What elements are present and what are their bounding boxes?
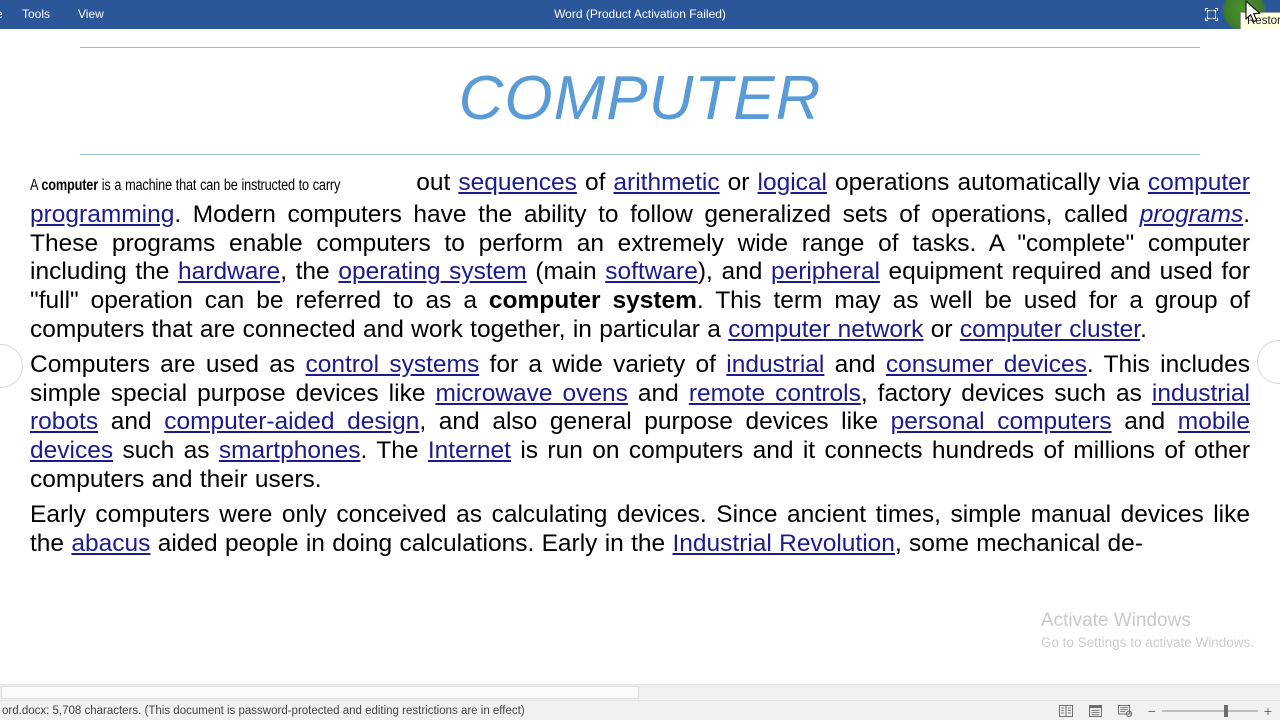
p2-t11: . The [360, 437, 428, 465]
print-layout-icon[interactable] [1088, 704, 1104, 718]
link-personal-computers[interactable]: personal computers [891, 408, 1112, 435]
restore-icon [1204, 8, 1218, 21]
link-operating-system[interactable]: operating system [338, 258, 526, 285]
read-mode-icon[interactable] [1058, 704, 1074, 718]
p2-t9: and [1111, 408, 1178, 436]
link-industrial[interactable]: industrial [726, 351, 824, 378]
word-window: e Tools View Word (Product Activation Fa… [0, 0, 1280, 720]
link-consumer-devices[interactable]: consumer devices [886, 351, 1087, 378]
zoom-slider-handle[interactable] [1223, 705, 1228, 718]
link-computer-network[interactable]: computer network [728, 316, 923, 343]
p1-t5: . Modern computers have the ability to f… [174, 200, 1140, 228]
p2-t2: for a wide variety of [479, 350, 727, 378]
link-abacus[interactable]: abacus [71, 530, 150, 557]
p2-t3: and [824, 350, 886, 378]
p2-t7: and [98, 408, 165, 436]
link-control-systems[interactable]: control systems [306, 351, 480, 378]
zoom-out-button[interactable]: − [1148, 704, 1156, 718]
document-page[interactable]: COMPUTER A computer is a machine that ca… [0, 29, 1280, 681]
p1-t7: , the [280, 258, 339, 286]
lead-before-bold: A [30, 177, 42, 194]
status-text: ord.docx: 5,708 characters. (This docume… [2, 704, 525, 717]
link-computer-cluster[interactable]: computer cluster [960, 316, 1140, 343]
horizontal-scrollbar-thumb[interactable] [1, 686, 639, 699]
link-peripheral[interactable]: peripheral [771, 258, 880, 285]
horizontal-scrollbar[interactable] [0, 684, 1280, 700]
p1-t12: or [923, 315, 960, 343]
zoom-control: − + [1148, 704, 1272, 718]
document-body: A computer is a machine that can be inst… [0, 155, 1280, 558]
link-microwave-ovens[interactable]: microwave ovens [435, 380, 627, 407]
link-hardware[interactable]: hardware [178, 258, 280, 285]
document-title-block: COMPUTER [80, 29, 1200, 155]
lead-after-bold: is a machine that can be instructed to c… [97, 177, 341, 194]
paragraph-3: Early computers were only conceived as c… [30, 501, 1250, 559]
p1-t13: . [1140, 315, 1147, 343]
link-industrial-revolution[interactable]: Industrial Revolution [672, 530, 894, 557]
paragraph-2: Computers are used as control systems fo… [30, 351, 1250, 495]
link-sequences[interactable]: sequences [458, 169, 577, 196]
link-arithmetic[interactable]: arithmetic [613, 169, 719, 196]
menu-item-view[interactable]: View [64, 0, 118, 29]
link-software[interactable]: software [605, 258, 698, 285]
document-content: COMPUTER A computer is a machine that ca… [0, 29, 1280, 558]
link-smartphones[interactable]: smartphones [219, 437, 361, 464]
p2-t10: such as [113, 437, 219, 465]
menu-item-tools[interactable]: Tools [8, 0, 64, 29]
page-title: COMPUTER [458, 64, 822, 133]
zoom-in-button[interactable]: + [1264, 704, 1272, 718]
p2-t1: Computers are used as [30, 350, 306, 378]
lead-bold-computer: computer [41, 177, 98, 194]
link-programs[interactable]: programs [1140, 201, 1243, 228]
menu-bar: e Tools View [0, 0, 118, 29]
p1-t8: (main [526, 258, 606, 286]
activate-windows-watermark: Activate Windows Go to Settings to activ… [1041, 608, 1254, 653]
watermark-title: Activate Windows [1040, 610, 1191, 631]
status-bar: ord.docx: 5,708 characters. (This docume… [0, 700, 1280, 720]
p2-t5: and [627, 379, 689, 407]
title-bar: e Tools View Word (Product Activation Fa… [0, 0, 1280, 32]
p2-t6: , factory devices such as [860, 379, 1152, 407]
p1-t4: operations automatically via [826, 169, 1148, 196]
menu-item-file-truncated[interactable]: e [0, 0, 8, 29]
status-bar-right: − + [1058, 701, 1272, 720]
link-remote-controls[interactable]: remote controls [689, 380, 861, 407]
bold-computer-system: computer system [488, 287, 697, 315]
link-computer-aided-design[interactable]: computer-aided design [164, 408, 419, 435]
p1-t3: or [719, 169, 758, 196]
lead-small-text: A computer is a machine that can be inst… [30, 172, 340, 201]
paragraph-1: A computer is a machine that can be inst… [30, 169, 1250, 345]
web-layout-icon[interactable] [1118, 704, 1134, 718]
p1-t1: out [408, 169, 459, 196]
watermark-subtitle: Go to Settings to activate Windows. [1040, 635, 1254, 650]
p1-t9: ), and [697, 258, 771, 286]
p3-t2: aided people in doing calculations. Earl… [150, 529, 673, 557]
link-logical[interactable]: logical [758, 169, 827, 196]
p1-t2: of [576, 169, 614, 196]
zoom-slider[interactable] [1161, 705, 1258, 718]
link-internet[interactable]: Internet [428, 437, 511, 464]
p2-t8: , and also general purpose devices like [419, 408, 891, 436]
p3-t3: , some mechanical de- [894, 529, 1143, 557]
window-title: Word (Product Activation Failed) [554, 7, 726, 21]
